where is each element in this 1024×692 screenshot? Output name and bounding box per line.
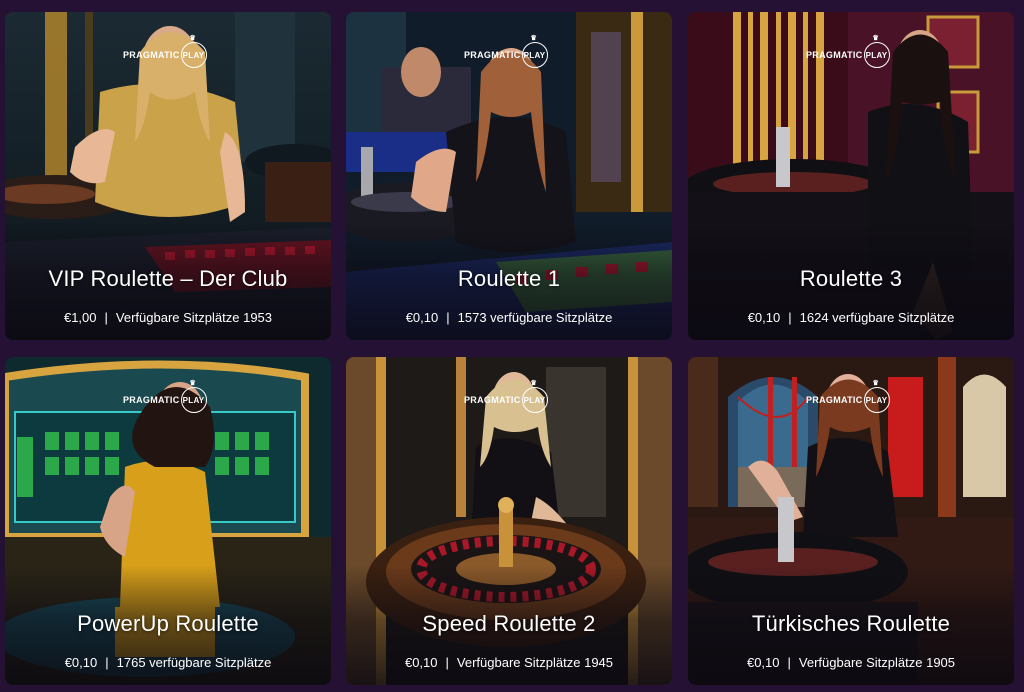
provider-logo: PRAGMATIC ♛ PLAY	[464, 35, 548, 68]
provider-logo: PRAGMATIC ♛ PLAY	[806, 35, 890, 68]
game-meta: €0,10 | Verfügbare Sitzplätze 1945	[346, 655, 672, 670]
separator: |	[104, 310, 108, 325]
min-bet: €0,10	[747, 310, 781, 325]
separator: |	[105, 655, 109, 670]
game-title: Türkisches Roulette	[751, 611, 951, 636]
available-seats: Verfügbare Sitzplätze 1953	[115, 310, 273, 325]
game-title: VIP Roulette – Der Club	[48, 266, 288, 291]
provider-badge-icon: ♛ PLAY	[863, 380, 890, 413]
provider-logo: PRAGMATIC ♛ PLAY	[123, 35, 207, 68]
crown-icon: ♛	[872, 35, 880, 42]
available-seats: Verfügbare Sitzplätze 1905	[798, 655, 956, 670]
provider-badge-icon: ♛ PLAY	[863, 35, 890, 68]
provider-name: PRAGMATIC	[464, 50, 521, 60]
min-bet: €0,10	[404, 655, 438, 670]
min-bet: €0,10	[405, 310, 439, 325]
game-title: PowerUp Roulette	[77, 611, 259, 636]
game-meta: €0,10 | Verfügbare Sitzplätze 1905	[688, 655, 1014, 670]
separator: |	[788, 310, 792, 325]
separator: |	[446, 310, 450, 325]
game-card-roulette-1[interactable]: PRAGMATIC ♛ PLAY Roulette 1 €0,10 | 1573 ve…	[346, 12, 672, 340]
provider-name: PRAGMATIC	[123, 395, 180, 405]
provider-logo: PRAGMATIC ♛ PLAY	[123, 380, 207, 413]
game-card-turkish-roulette[interactable]: PRAGMATIC ♛ PLAY Türkisches Roulette €0,1…	[688, 357, 1014, 685]
game-card-vip-roulette[interactable]: PRAGMATIC ♛ PLAY VIP Roulette – Der Club …	[5, 12, 331, 340]
separator: |	[787, 655, 791, 670]
min-bet: €0,10	[746, 655, 780, 670]
game-meta: €0,10 | 1624 verfügbare Sitzplätze	[688, 310, 1014, 325]
provider-badge-icon: ♛ PLAY	[521, 35, 548, 68]
game-card-roulette-3[interactable]: PRAGMATIC ♛ PLAY Roulette 3 €0,10 | 1624 ve…	[688, 12, 1014, 340]
provider-logo: PRAGMATIC ♛ PLAY	[806, 380, 890, 413]
available-seats: 1624 verfügbare Sitzplätze	[799, 310, 955, 325]
crown-icon: ♛	[872, 380, 880, 387]
game-card-powerup-roulette[interactable]: PRAGMATIC ♛ PLAY PowerUp Roulette €0,10 | 1…	[5, 357, 331, 685]
provider-name: PRAGMATIC	[464, 395, 521, 405]
game-grid: PRAGMATIC ♛ PLAY VIP Roulette – Der Club …	[0, 0, 1024, 692]
min-bet: €0,10	[64, 655, 98, 670]
crown-icon: ♛	[530, 380, 538, 387]
available-seats: Verfügbare Sitzplätze 1945	[456, 655, 614, 670]
game-title: Roulette 3	[799, 266, 903, 291]
game-meta: €0,10 | 1573 verfügbare Sitzplätze	[346, 310, 672, 325]
provider-logo: PRAGMATIC ♛ PLAY	[464, 380, 548, 413]
game-card-speed-roulette-2[interactable]: PRAGMATIC ♛ PLAY Speed Roulette 2 €0,10 | V…	[346, 357, 672, 685]
provider-name: PRAGMATIC	[806, 395, 863, 405]
provider-badge-icon: ♛ PLAY	[521, 380, 548, 413]
crown-icon: ♛	[189, 380, 197, 387]
provider-name: PRAGMATIC	[806, 50, 863, 60]
crown-icon: ♛	[530, 35, 538, 42]
game-title: Speed Roulette 2	[422, 611, 596, 636]
available-seats: 1765 verfügbare Sitzplätze	[116, 655, 272, 670]
game-title: Roulette 1	[457, 266, 561, 291]
crown-icon: ♛	[189, 35, 197, 42]
provider-badge-icon: ♛ PLAY	[180, 380, 207, 413]
provider-name: PRAGMATIC	[123, 50, 180, 60]
min-bet: €1,00	[63, 310, 97, 325]
available-seats: 1573 verfügbare Sitzplätze	[457, 310, 613, 325]
provider-badge-icon: ♛ PLAY	[180, 35, 207, 68]
game-meta: €1,00 | Verfügbare Sitzplätze 1953	[5, 310, 331, 325]
separator: |	[445, 655, 449, 670]
game-meta: €0,10 | 1765 verfügbare Sitzplätze	[5, 655, 331, 670]
